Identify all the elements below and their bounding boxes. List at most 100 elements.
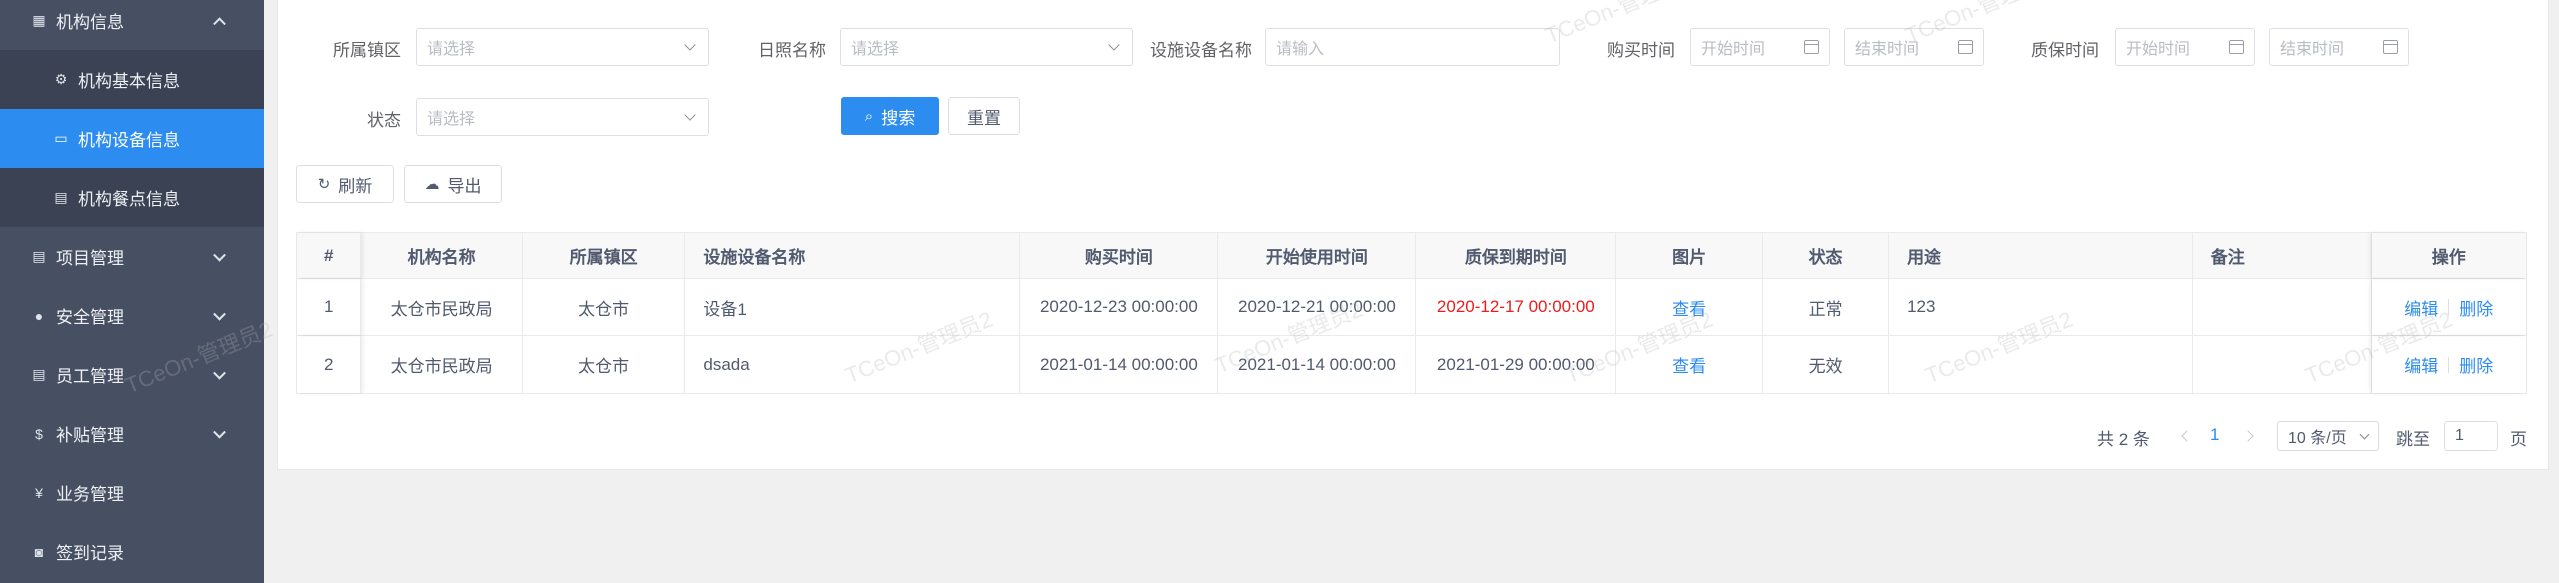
sidebar-item-business[interactable]: ¥ 业务管理 <box>0 463 264 522</box>
document-icon: ▤ <box>32 366 46 382</box>
delete-link[interactable]: 删除 <box>2459 295 2493 320</box>
sidebar-item-label: 安全管理 <box>56 308 124 327</box>
document-icon: ▤ <box>32 248 46 264</box>
chevron-down-icon <box>213 425 226 439</box>
sidebar-item-staff[interactable]: ▤ 员工管理 <box>0 345 264 404</box>
edit-link[interactable]: 编辑 <box>2404 295 2438 320</box>
chevron-down-icon <box>2359 429 2370 440</box>
column-header: 开始使用时间 <box>1218 233 1417 278</box>
column-header: 图片 <box>1616 233 1764 278</box>
edit-link[interactable]: 编辑 <box>2404 352 2438 377</box>
grid-icon: ▦ <box>32 12 46 28</box>
refresh-button[interactable]: ↻ 刷新 <box>296 165 394 203</box>
jump-input[interactable]: 1 <box>2444 421 2498 451</box>
page-size-select[interactable]: 10 条/页 <box>2277 421 2379 451</box>
column-header: 质保到期时间 <box>1416 233 1617 278</box>
export-button[interactable]: ☁ 导出 <box>404 165 502 203</box>
warranty-label: 质保时间 <box>2031 41 2099 60</box>
status-cell: 无效 <box>1763 336 1890 393</box>
bag-icon: ◙ <box>34 543 44 560</box>
device-label: 设施设备名称 <box>1150 41 1252 60</box>
usage-cell: 123 <box>1889 279 2193 335</box>
chevron-down-icon <box>684 39 696 51</box>
device-table: # 机构名称 所属镇区 设施设备名称 购买时间 开始使用时间 质保到期时间 图片… <box>296 232 2527 394</box>
chevron-down-icon <box>684 109 696 121</box>
device-input[interactable]: 请输入 <box>1265 28 1560 66</box>
org-cell: 太仓市民政局 <box>361 336 523 393</box>
view-image-link[interactable]: 查看 <box>1616 336 1764 393</box>
sidebar-item-checkin[interactable]: ◙ 签到记录 <box>0 522 264 581</box>
date-name-select[interactable]: 请选择 <box>840 28 1133 66</box>
document-icon: ▤ <box>54 189 68 205</box>
column-header: 所属镇区 <box>523 233 686 278</box>
view-image-link[interactable]: 查看 <box>1616 279 1764 335</box>
device-cell: dsada <box>685 336 1021 393</box>
actions-cell: 编辑 删除 <box>2372 336 2527 393</box>
calendar-icon <box>1958 40 1973 54</box>
delete-link[interactable]: 删除 <box>2459 352 2493 377</box>
monitor-icon: ▭ <box>54 130 68 146</box>
page-item-1[interactable]: 1 <box>2210 425 2219 445</box>
column-header: 机构名称 <box>361 233 523 278</box>
purchase-cell: 2020-12-23 00:00:00 <box>1020 279 1219 335</box>
sidebar-item-label: 机构设备信息 <box>78 131 180 150</box>
sidebar-item-security[interactable]: ● 安全管理 <box>0 286 264 345</box>
status-label: 状态 <box>367 111 401 130</box>
sidebar: ▦ 机构信息 ⚙ 机构基本信息 ▭ 机构设备信息 ▤ 机构餐点信息 ▤ 项目管理… <box>0 0 264 583</box>
sidebar-item-label: 项目管理 <box>56 249 124 268</box>
district-select[interactable]: 请选择 <box>416 28 709 66</box>
pagination-total: 共 2 条 <box>2097 430 2150 449</box>
page-unit-label: 页 <box>2510 430 2527 449</box>
table-row: 2 太仓市民政局 太仓市 dsada 2021-01-14 00:00:00 2… <box>297 336 2526 393</box>
search-button[interactable]: ⌕ 搜索 <box>841 97 939 135</box>
sidebar-item-org-basic[interactable]: ⚙ 机构基本信息 <box>0 50 264 109</box>
jump-label: 跳至 <box>2396 430 2430 449</box>
column-header: 设施设备名称 <box>685 233 1021 278</box>
district-label: 所属镇区 <box>333 41 401 60</box>
purchase-start-picker[interactable]: 开始时间 <box>1690 28 1830 66</box>
column-header: 用途 <box>1889 233 2193 278</box>
note-cell <box>2193 279 2372 335</box>
divider <box>2448 356 2450 373</box>
note-cell <box>2193 336 2372 393</box>
settings-icon: ⚙ <box>54 71 68 87</box>
district-cell: 太仓市 <box>523 336 686 393</box>
sidebar-item-label: 员工管理 <box>56 367 124 386</box>
sidebar-item-label: 补贴管理 <box>56 426 124 445</box>
row-index: 2 <box>297 336 362 393</box>
sidebar-item-subsidy[interactable]: $ 补贴管理 <box>0 404 264 463</box>
table-header: # 机构名称 所属镇区 设施设备名称 购买时间 开始使用时间 质保到期时间 图片… <box>297 233 2526 279</box>
sidebar-item-label: 机构餐点信息 <box>78 190 180 209</box>
warranty-end-cell: 2020-12-17 00:00:00 <box>1416 279 1617 335</box>
sidebar-item-org-meal[interactable]: ▤ 机构餐点信息 <box>0 168 264 227</box>
dollar-icon: $ <box>35 425 43 442</box>
search-icon: ⌕ <box>864 107 874 125</box>
location-icon: ● <box>34 307 44 324</box>
chevron-down-icon <box>213 307 226 321</box>
sidebar-item-label: 机构基本信息 <box>78 72 180 91</box>
calendar-icon <box>2383 40 2398 54</box>
sidebar-item-project[interactable]: ▤ 项目管理 <box>0 227 264 286</box>
org-cell: 太仓市民政局 <box>361 279 523 335</box>
purchase-end-picker[interactable]: 结束时间 <box>1844 28 1984 66</box>
column-header: 状态 <box>1763 233 1890 278</box>
district-cell: 太仓市 <box>523 279 686 335</box>
sidebar-item-org-device[interactable]: ▭ 机构设备信息 <box>0 109 264 168</box>
sidebar-item-label: 业务管理 <box>56 485 124 504</box>
warranty-end-cell: 2021-01-29 00:00:00 <box>1416 336 1617 393</box>
purchase-cell: 2021-01-14 00:00:00 <box>1020 336 1219 393</box>
status-select[interactable]: 请选择 <box>416 98 709 136</box>
status-cell: 正常 <box>1763 279 1890 335</box>
table-row: 1 太仓市民政局 太仓市 设备1 2020-12-23 00:00:00 202… <box>297 279 2526 336</box>
warranty-end-picker[interactable]: 结束时间 <box>2269 28 2409 66</box>
reset-button[interactable]: 重置 <box>948 97 1020 135</box>
cloud-download-icon: ☁ <box>424 176 440 193</box>
date-name-label: 日照名称 <box>758 41 826 60</box>
warranty-start-picker[interactable]: 开始时间 <box>2115 28 2255 66</box>
chevron-up-icon <box>213 16 226 30</box>
usage-cell <box>1889 336 2193 393</box>
start-use-cell: 2020-12-21 00:00:00 <box>1218 279 1417 335</box>
purchase-label: 购买时间 <box>1607 41 1675 60</box>
column-header: 操作 <box>2372 233 2527 278</box>
sidebar-item-org-info[interactable]: ▦ 机构信息 <box>0 0 264 50</box>
